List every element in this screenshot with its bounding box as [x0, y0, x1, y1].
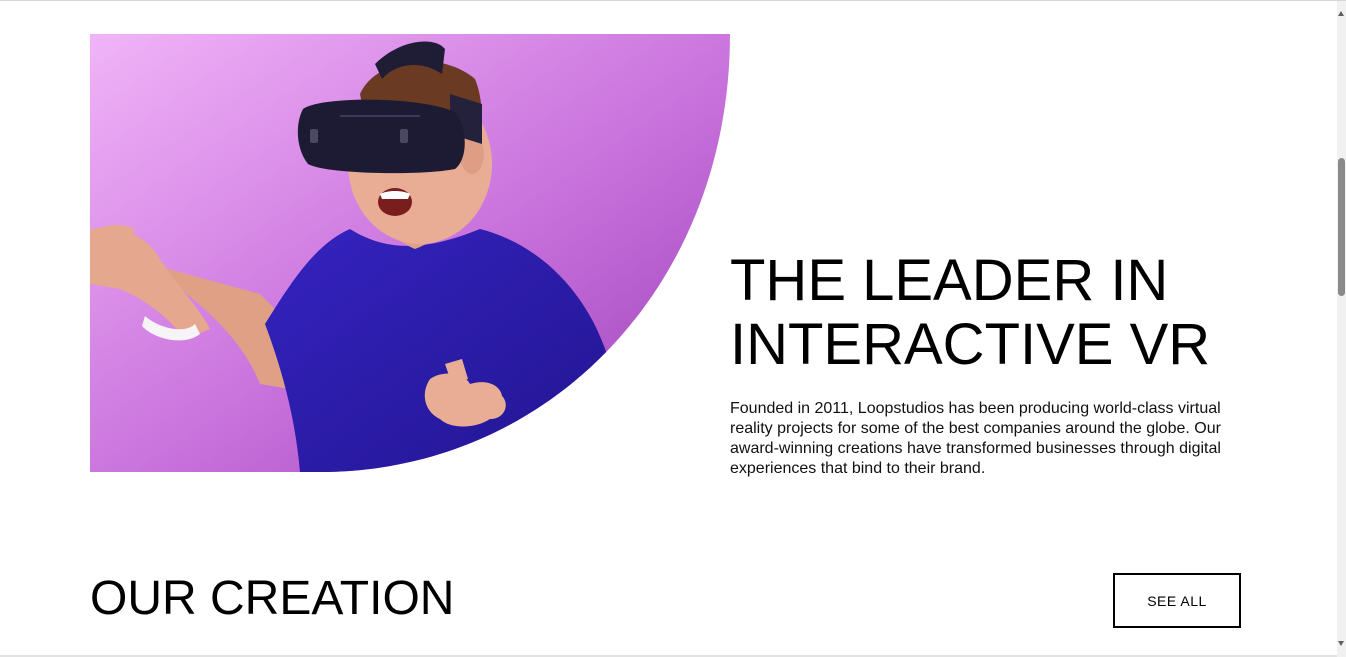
hero-text: THE LEADER IN INTERACTIVE VR Founded in … [730, 249, 1230, 479]
hero-description: Founded in 2011, Loopstudios has been pr… [730, 400, 1221, 477]
scroll-down-arrow-icon[interactable] [1338, 641, 1344, 646]
page: THE LEADER IN INTERACTIVE VR Founded in … [0, 0, 1346, 657]
vr-man-illustration [90, 34, 730, 472]
see-all-button[interactable]: SEE ALL [1113, 573, 1241, 628]
scroll-up-arrow-icon[interactable] [1338, 11, 1344, 16]
hero-image [90, 34, 730, 472]
creations-title: OUR CREATION [90, 572, 455, 625]
scrollbar-thumb[interactable] [1338, 158, 1345, 296]
scrollbar[interactable] [1337, 1, 1346, 657]
hero-title: THE LEADER IN INTERACTIVE VR [730, 248, 1211, 377]
